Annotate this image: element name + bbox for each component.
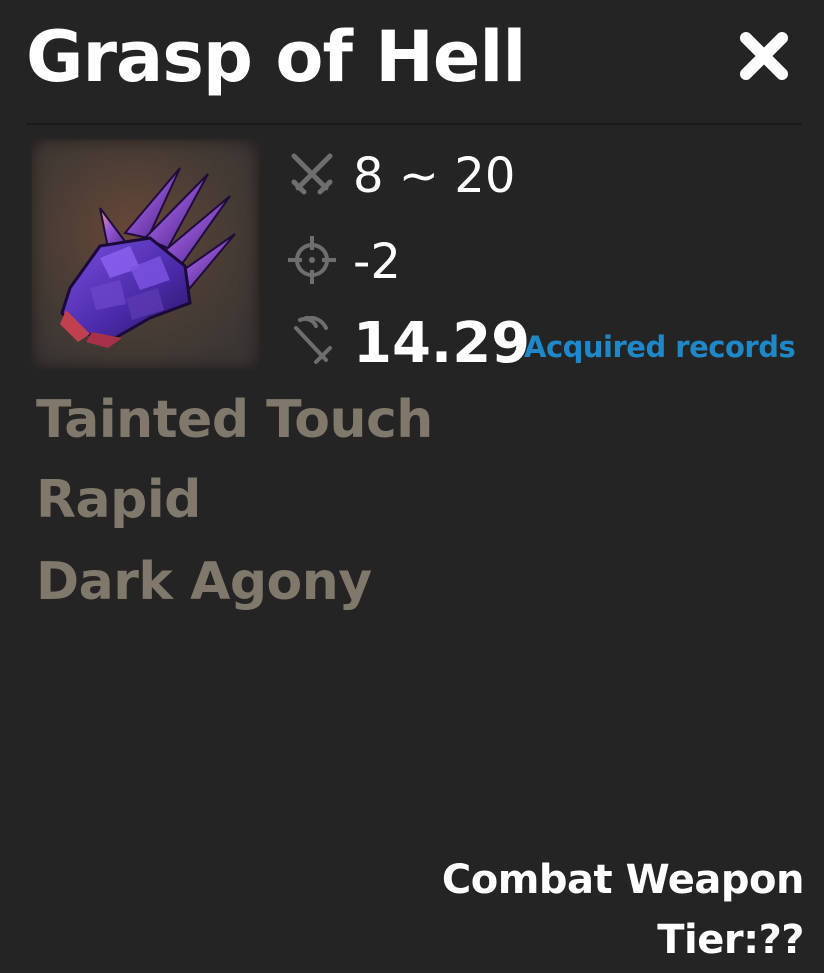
crosshair-icon: [288, 236, 336, 284]
weapon-type: Combat Weapon: [441, 857, 805, 903]
trait-tainted-touch: Tainted Touch: [36, 390, 433, 450]
trait-dark-agony: Dark Agony: [36, 552, 372, 612]
item-icon-frame: [30, 138, 260, 370]
speed-value: 14.29: [353, 311, 531, 376]
speed-sword-icon: [294, 316, 332, 364]
acquired-records-link[interactable]: Acquired records: [524, 333, 796, 362]
accuracy-value: -2: [353, 234, 401, 290]
title-divider: [26, 123, 802, 125]
claw-gauntlet-icon: [60, 167, 236, 348]
close-icon[interactable]: [736, 28, 792, 84]
weapon-tier: Tier:??: [657, 917, 804, 963]
damage-value: 8 ~ 20: [353, 148, 516, 204]
close-button[interactable]: [736, 28, 792, 84]
item-title: Grasp of Hell: [26, 16, 526, 98]
trait-rapid: Rapid: [36, 470, 201, 530]
crossed-swords-icon: [291, 153, 333, 195]
